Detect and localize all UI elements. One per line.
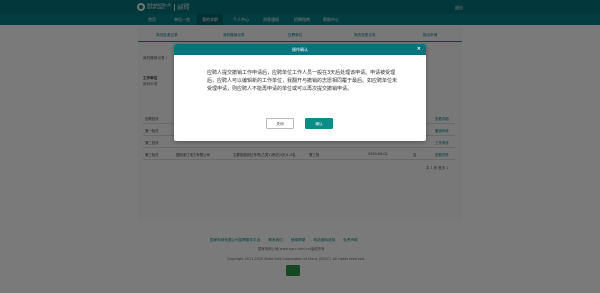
cancel-button[interactable]: 关闭: [266, 118, 294, 129]
dialog-message: 应聘人提交撤销工作申请后，应聘单位工作人员一般在3天后处理该申请。申请被受理后，…: [207, 70, 398, 93]
dialog-header: 操作确认 ×: [174, 44, 426, 55]
confirm-button[interactable]: 确认: [305, 118, 333, 129]
dialog-title: 操作确认: [292, 47, 308, 52]
close-icon[interactable]: ×: [417, 46, 421, 52]
confirm-dialog: 操作确认 × 应聘人提交撤销工作申请后，应聘单位工作人员一般在3天后处理该申请。…: [174, 44, 426, 141]
